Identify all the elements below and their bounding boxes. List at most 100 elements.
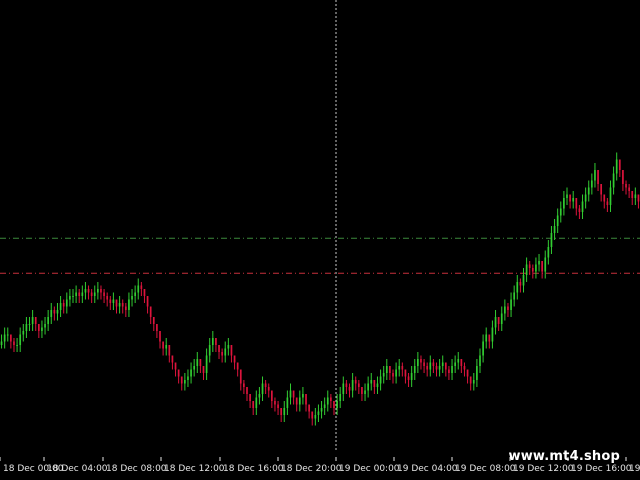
- candle-body: [193, 366, 196, 370]
- candle-body: [25, 324, 28, 331]
- candle-body: [277, 404, 279, 408]
- candle-body: [559, 208, 562, 216]
- candle-body: [41, 327, 43, 331]
- candle-body: [292, 390, 295, 398]
- candle-body: [180, 376, 183, 384]
- candle-body: [497, 317, 500, 324]
- candle-body: [34, 317, 37, 324]
- candle-body: [351, 380, 354, 391]
- candle-body: [385, 366, 388, 373]
- candle-body: [612, 173, 615, 188]
- candle-body: [65, 299, 68, 307]
- candle-body: [93, 292, 96, 296]
- candle-body: [286, 397, 289, 408]
- candle-body: [379, 376, 382, 384]
- candle-body: [134, 292, 136, 296]
- candle-body: [137, 285, 140, 293]
- candle-body: [572, 198, 575, 202]
- candle-body: [382, 373, 385, 377]
- candle-body: [479, 355, 481, 366]
- candle-body: [118, 303, 121, 307]
- candle-body: [323, 404, 326, 408]
- candle-body: [84, 289, 87, 293]
- candle-body: [62, 303, 65, 307]
- candle-body: [528, 264, 531, 268]
- candle-body: [485, 334, 488, 342]
- candle-body: [451, 366, 453, 373]
- candle-body: [75, 292, 77, 296]
- candle-body: [171, 355, 174, 363]
- candle-body: [87, 289, 90, 293]
- candle-body: [165, 345, 168, 349]
- candle-body: [550, 233, 553, 247]
- candle-body: [510, 299, 512, 310]
- candle-body: [280, 408, 283, 415]
- candle-body: [494, 317, 497, 328]
- candle-body: [395, 369, 397, 377]
- candle-body: [370, 380, 373, 384]
- candle-body: [81, 292, 84, 296]
- candle-body: [504, 306, 506, 314]
- candle-body: [407, 376, 410, 380]
- candle-body: [72, 296, 74, 297]
- candle-body: [525, 264, 528, 275]
- candle-body: [541, 261, 543, 272]
- candle-body: [233, 355, 236, 363]
- candle-body: [16, 345, 18, 346]
- candle-body: [246, 387, 248, 394]
- candle-body: [547, 247, 550, 258]
- candle-body: [56, 310, 59, 314]
- candle-body: [401, 366, 404, 370]
- candle-body: [258, 394, 261, 398]
- candle-body: [249, 394, 251, 401]
- candle-body: [472, 380, 475, 384]
- candle-body: [314, 415, 317, 419]
- candle-body: [513, 292, 516, 300]
- candle-body: [432, 362, 435, 366]
- candle-body: [476, 366, 478, 380]
- candle-body: [121, 303, 124, 307]
- candle-body: [97, 289, 99, 293]
- candle-body: [124, 306, 127, 310]
- candle-body: [376, 383, 379, 387]
- candle-body: [22, 331, 25, 335]
- candle-body: [184, 380, 186, 384]
- candle-body: [606, 201, 609, 205]
- candle-body: [578, 208, 581, 212]
- candle-body: [584, 194, 587, 202]
- candle-body: [298, 397, 301, 405]
- candle-body: [218, 345, 220, 352]
- candle-body: [460, 359, 463, 366]
- candle-body: [556, 215, 559, 226]
- candle-body: [255, 397, 258, 408]
- candle-body: [333, 401, 335, 408]
- candle-body: [208, 345, 211, 356]
- x-tick-label: 18 Dec 12:00: [164, 464, 225, 474]
- candle-body: [444, 362, 447, 370]
- candle-body: [538, 261, 540, 265]
- candle-body: [44, 324, 46, 328]
- candle-body: [420, 359, 422, 363]
- candle-body: [438, 366, 441, 370]
- candle-body: [295, 397, 298, 405]
- candle-body: [357, 383, 360, 387]
- x-tick-label: 18 Dec 20:00: [281, 464, 342, 474]
- x-tick-label: 18 Dec 04:00: [47, 464, 108, 474]
- candle-body: [149, 306, 152, 317]
- candle-body: [404, 369, 407, 377]
- candle-body: [202, 366, 205, 373]
- candle-body: [115, 299, 118, 307]
- candle-body: [426, 366, 429, 370]
- candle-body: [190, 369, 192, 377]
- candle-body: [637, 194, 640, 202]
- candle-body: [267, 387, 270, 391]
- candle-body: [37, 324, 40, 331]
- price-chart[interactable]: 18 Dec 00:0018 Dec 04:0018 Dec 08:0018 D…: [0, 0, 640, 480]
- candle-body: [152, 317, 155, 324]
- candle-body: [270, 390, 273, 401]
- candle-body: [187, 376, 189, 380]
- candle-body: [50, 310, 53, 317]
- candle-body: [609, 187, 612, 205]
- candle-body: [205, 355, 208, 373]
- candle-body: [544, 257, 547, 272]
